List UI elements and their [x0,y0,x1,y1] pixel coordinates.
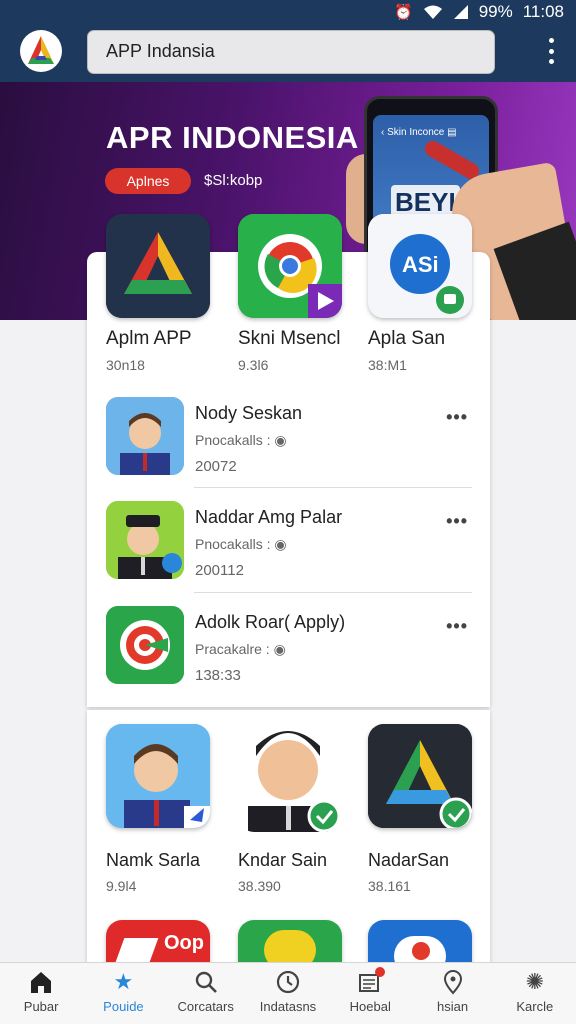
list-item-1-sub: Pnocakalls : ◉ [195,432,287,448]
search-input[interactable]: APP Indansia [87,30,495,74]
grid-app-3-name[interactable]: NadarSan [368,850,449,871]
list-item-3-count: 138:33 [195,667,241,684]
banner-pill-button[interactable]: Aplnes [105,168,191,194]
grid-app-1-name[interactable]: Namk Sarla [106,850,200,871]
nav-item-location-label: hsian [437,999,469,1014]
grid-app-1-icon[interactable] [106,724,210,828]
list-item-1-name: Nody Seskan [195,403,303,423]
list-item-2-name: Naddar Amg Palar [195,507,343,527]
featured-app-3-name[interactable]: Apla San [368,328,445,350]
overflow-menu-icon[interactable] [542,38,560,64]
bottom-navigation: Pubar ★ Pouide Corcatars Indatasns Hoeba… [0,962,576,1024]
list-item-3-app-icon [106,606,184,684]
banner-title: APR INDONESIA [106,120,359,155]
nav-item-featured[interactable]: ★ Pouide [82,963,164,1024]
signal-icon [453,5,468,19]
list-item[interactable]: Nody Seskan Pnocakalls : ◉ 20072 ••• [106,397,472,497]
banner-subtitle: $Sl:kobp [204,172,263,189]
location-icon [443,970,462,995]
list-item-3-more-icon[interactable]: ••• [446,616,468,637]
app-logo-icon[interactable] [20,30,62,72]
grid-app-4-label: Oop [164,932,204,954]
list-item-1-avatar-icon [106,397,184,475]
svg-text:ASi: ASi [402,252,439,277]
top-app-bar: APP Indansia [0,24,576,82]
grid-app-4-icon[interactable]: Oop [106,920,210,962]
list-item[interactable]: Naddar Amg Palar Pnocakalls : ◉ 200112 •… [106,501,472,601]
star-icon: ★ [113,969,134,994]
grid-app-6-icon[interactable] [368,920,472,962]
nav-item-history[interactable]: Indatasns [247,963,329,1024]
nav-item-history-label: Indatasns [259,999,317,1014]
nav-item-news-label: Hoebal [349,999,391,1014]
clock-time: 11:08 [522,2,564,21]
list-item-2-count: 200112 [195,562,244,579]
list-item-2-avatar-icon [106,501,184,579]
grid-app-5-icon[interactable] [238,920,342,962]
featured-app-3-meta: 38:M1 [368,357,407,373]
list-item[interactable]: Adolk Roar( Apply) Pracakalre : ◉ 138:33… [106,606,472,706]
grid-app-1-meta: 9.9l4 [106,878,137,894]
nav-item-news[interactable]: Hoebal [329,963,411,1024]
nav-item-home[interactable]: Pubar [0,963,82,1024]
battery-level: 99% [478,2,513,21]
list-item-2-sub: Pnocakalls : ◉ [195,536,287,552]
featured-app-2-icon[interactable] [238,214,342,318]
divider [194,487,472,488]
featured-app-2-name[interactable]: Skni Msencl [238,328,340,350]
list-item-2-more-icon[interactable]: ••• [446,511,468,532]
grid-app-2-meta: 38.390 [238,878,281,894]
nav-item-search-label: Corcatars [177,999,234,1014]
list-item-3-name: Adolk Roar( Apply) [195,612,346,632]
wifi-icon [423,5,442,19]
notification-badge [375,967,386,977]
clock-icon [276,970,300,994]
home-icon [31,972,52,993]
grid-app-2-icon[interactable] [238,716,342,832]
nav-item-featured-label: Pouide [103,999,144,1014]
featured-app-1-name[interactable]: Aplm APP [106,328,192,350]
nav-item-home-label: Pubar [23,999,59,1014]
grid-app-3-icon[interactable] [368,724,472,828]
list-item-1-more-icon[interactable]: ••• [446,407,468,428]
featured-app-1-icon[interactable] [106,214,210,318]
divider [194,592,472,593]
settings-icon: ✺ [525,969,545,994]
featured-app-3-icon[interactable]: ASi [368,214,472,318]
search-icon [195,971,217,993]
grid-app-2-name[interactable]: Kndar Sain [238,850,327,871]
alarm-icon: ⏰ [394,4,413,21]
grid-app-3-meta: 38.161 [368,878,411,894]
nav-item-settings-label: Karcle [516,999,554,1014]
list-item-3-sub: Pracakalre : ◉ [195,641,286,657]
phone-screen-title: ‹ Skin Inconce ▤ [381,127,457,138]
nav-item-search[interactable]: Corcatars [165,963,247,1024]
featured-app-2-meta: 9.3l6 [238,357,269,373]
featured-app-1-meta: 30n18 [106,357,145,373]
status-bar: ⏰ 99% 11:08 [0,0,576,24]
list-item-1-count: 20072 [195,458,237,475]
nav-item-location[interactable]: hsian [411,963,493,1024]
nav-item-settings[interactable]: ✺ Karcle [494,963,576,1024]
